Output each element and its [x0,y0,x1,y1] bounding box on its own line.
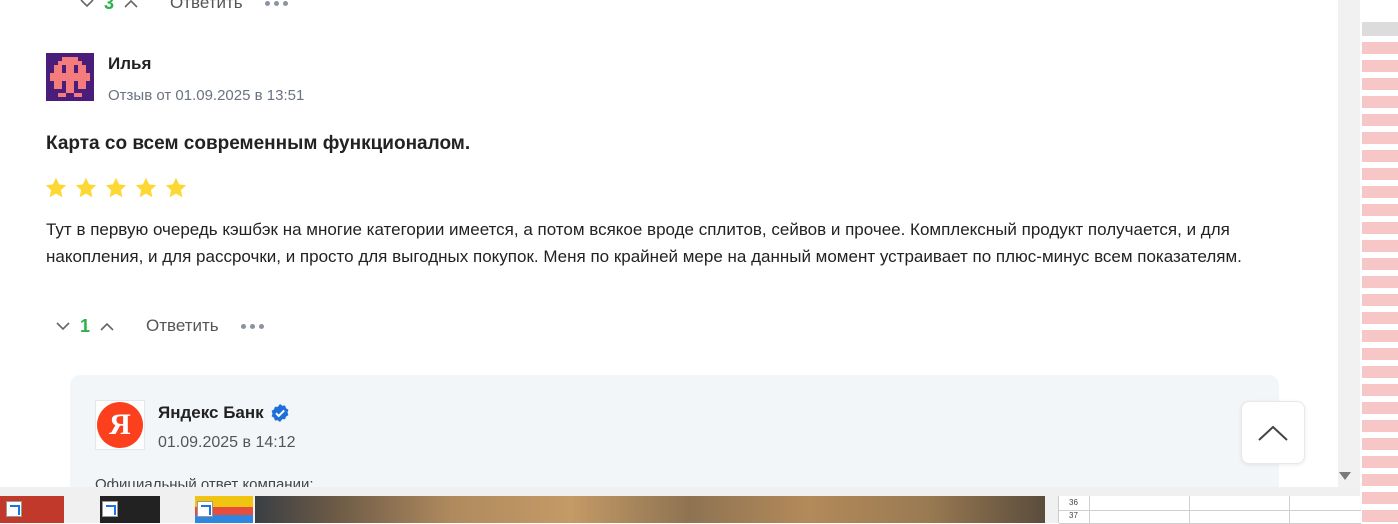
previous-review-actions: 3 Ответить [76,0,288,14]
vote-up-button[interactable] [96,315,118,337]
company-name-label: Яндекс Банк [158,403,264,422]
company-logo[interactable]: Я [95,400,145,450]
chevron-up-icon [124,0,138,8]
company-reply-card [70,375,1279,487]
shortcut-arrow-icon [102,501,118,517]
star-icon [105,177,127,198]
row-number: 37 [1069,511,1078,520]
shortcut-arrow-icon [197,501,213,517]
star-icon [75,177,97,198]
yandex-logo-icon: Я [97,402,143,448]
review-text: Тут в первую очередь кэшбэк на многие ка… [46,220,1242,266]
review-date: Отзыв от 01.09.2025 в 13:51 [108,87,305,104]
chevron-up-icon [1258,425,1288,441]
user-avatar[interactable] [46,53,94,101]
rating-stars [44,176,188,200]
star-icon [135,177,157,198]
review-actions: 1 Ответить [52,315,264,337]
review-page: 3 Ответить Илья Отзыв от 01.09.2025 в 13… [0,0,1338,487]
spreadsheet-window: 36 37 [1058,496,1361,524]
scroll-down-arrow-icon[interactable] [1339,472,1351,480]
more-options-icon[interactable] [264,0,288,6]
vertical-scrollbar[interactable] [1338,0,1360,487]
chevron-down-icon [56,321,70,330]
scroll-to-top-button[interactable] [1241,401,1305,464]
vote-count: 3 [103,0,114,13]
more-options-icon[interactable] [240,323,264,329]
vote-down-button[interactable] [76,0,98,14]
chevron-down-icon [80,0,94,7]
review-author[interactable]: Илья [108,54,151,74]
company-reply-date: 01.09.2025 в 14:12 [158,434,296,451]
reply-button[interactable]: Ответить [146,316,219,336]
vote-count: 1 [79,315,90,336]
star-icon [45,177,67,198]
star-icon [165,177,187,198]
review-title: Карта со всем современным функционалом. [46,133,471,154]
background-window [1360,0,1398,523]
verified-badge-icon [271,404,289,422]
row-number: 36 [1069,498,1078,507]
shortcut-arrow-icon [6,501,22,517]
official-reply-label: Официальный ответ компании: [95,476,314,487]
desktop-wallpaper [255,496,1045,523]
company-name[interactable]: Яндекс Банк [158,403,290,423]
vote-down-button[interactable] [52,315,74,337]
reply-button[interactable]: Ответить [170,0,243,13]
chevron-up-icon [100,322,114,331]
vote-up-button[interactable] [120,0,142,14]
